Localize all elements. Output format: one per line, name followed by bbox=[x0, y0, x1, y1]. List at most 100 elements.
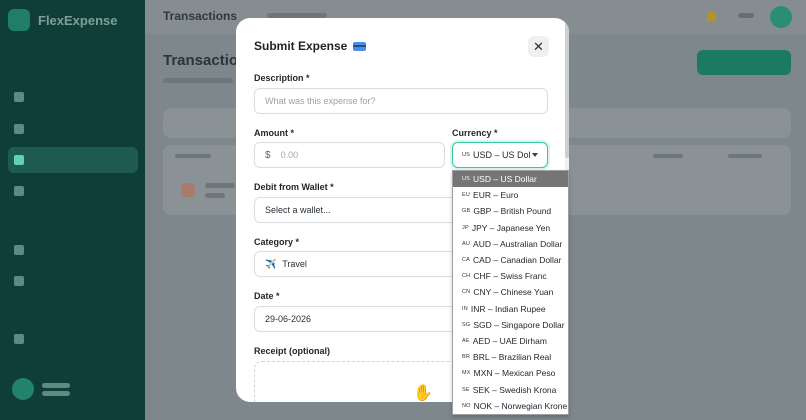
flag-icon: EU bbox=[462, 192, 471, 199]
currency-option-label: EUR – Euro bbox=[473, 190, 519, 201]
category-value: Travel bbox=[282, 259, 307, 269]
currency-select[interactable]: US USD – US Dol bbox=[452, 142, 548, 168]
flag-icon: JP bbox=[462, 224, 469, 231]
currency-option[interactable]: AE AED – UAE Dirham bbox=[453, 333, 568, 349]
currency-option-label: CNY – Chinese Yuan bbox=[473, 287, 554, 298]
chevron-down-icon bbox=[532, 153, 538, 157]
date-label: Date * bbox=[254, 291, 280, 301]
flag-icon: MX bbox=[462, 370, 471, 377]
currency-option-label: CHF – Swiss Franc bbox=[473, 271, 547, 282]
nav-section-divider bbox=[12, 68, 15, 75]
sidebar-item-wallets[interactable] bbox=[8, 116, 138, 142]
description-input[interactable]: What was this expense for? bbox=[254, 88, 548, 114]
brand-name: FlexExpense bbox=[38, 12, 118, 28]
sidebar-item-reports[interactable] bbox=[8, 268, 138, 294]
flag-icon: US bbox=[462, 176, 471, 183]
flag-icon: CH bbox=[462, 273, 471, 280]
transactions-icon bbox=[14, 155, 24, 165]
table-row[interactable] bbox=[205, 183, 235, 188]
sidebar: FlexExpense bbox=[0, 0, 145, 420]
modal-scrollbar-thumb[interactable] bbox=[565, 18, 569, 158]
wallet-placeholder: Select a wallet... bbox=[265, 205, 331, 215]
currency-option[interactable]: MX MXN – Mexican Peso bbox=[453, 365, 568, 381]
amount-input[interactable]: $ 0.00 bbox=[254, 142, 445, 168]
modal-title: Submit Expense bbox=[254, 39, 367, 53]
description-placeholder: What was this expense for? bbox=[265, 96, 376, 106]
table-header bbox=[653, 154, 683, 158]
wallet-label: Debit from Wallet * bbox=[254, 182, 334, 192]
dashboard-icon bbox=[14, 92, 24, 102]
submit-expense-button[interactable] bbox=[697, 50, 791, 75]
currency-dropdown[interactable]: US USD – US Dollar EU EUR – Euro GB GBP – Bri… bbox=[452, 170, 569, 415]
amount-placeholder: 0.00 bbox=[280, 150, 299, 160]
currency-option-label: CAD – Canadian Dollar bbox=[473, 255, 562, 266]
currency-option-label: INR – Indian Rupee bbox=[470, 303, 546, 314]
brand[interactable]: FlexExpense bbox=[8, 9, 118, 31]
currency-option[interactable]: NO NOK – Norwegian Krone bbox=[453, 398, 568, 414]
modal-title-text: Submit Expense bbox=[254, 39, 348, 53]
currency-option[interactable]: CN CNY – Chinese Yuan bbox=[453, 284, 568, 300]
bell-icon[interactable] bbox=[707, 12, 716, 22]
close-icon: ✕ bbox=[533, 38, 544, 54]
user-avatar[interactable] bbox=[770, 6, 792, 28]
currency-option-label: NOK – Norwegian Krone bbox=[473, 400, 568, 411]
flag-icon: SG bbox=[462, 321, 471, 328]
sidebar-item-settings[interactable] bbox=[8, 326, 138, 352]
currency-label: Currency * bbox=[452, 128, 498, 138]
flag-icon: US bbox=[462, 152, 471, 158]
currency-option[interactable]: JP JPY – Japanese Yen bbox=[453, 220, 568, 236]
category-label: Category * bbox=[254, 237, 300, 247]
sidebar-item-approvals[interactable] bbox=[8, 178, 138, 204]
currency-option[interactable]: IN INR – Indian Rupee bbox=[453, 301, 568, 317]
airplane-icon: ✈️ bbox=[265, 258, 277, 269]
flag-icon: CA bbox=[462, 257, 471, 264]
currency-option[interactable]: SG SGD – Singapore Dollar bbox=[453, 317, 568, 333]
brand-logo-icon bbox=[8, 9, 30, 31]
table-header bbox=[175, 154, 211, 158]
flag-icon: NO bbox=[462, 402, 471, 409]
currency-option[interactable]: AU AUD – Australian Dollar bbox=[453, 236, 568, 252]
table-header bbox=[728, 154, 762, 158]
credit-card-icon bbox=[353, 41, 367, 51]
currency-option-label: SGD – Singapore Dollar bbox=[473, 319, 565, 330]
hand-cursor-icon: ✋ bbox=[413, 385, 433, 402]
currency-option-label: MXN – Mexican Peso bbox=[473, 368, 556, 379]
language-switch[interactable] bbox=[738, 13, 754, 18]
close-button[interactable]: ✕ bbox=[528, 36, 549, 57]
audit-log-icon bbox=[14, 245, 24, 255]
currency-option[interactable]: US USD – US Dollar bbox=[453, 171, 568, 188]
currency-option[interactable]: EU EUR – Euro bbox=[453, 187, 568, 203]
sidebar-user-text bbox=[42, 380, 70, 399]
flag-icon: CN bbox=[462, 289, 471, 296]
date-value: 29-06-2026 bbox=[265, 314, 312, 324]
currency-option-label: SEK – Swedish Krona bbox=[472, 384, 557, 395]
gear-icon bbox=[14, 334, 24, 344]
sidebar-item-dashboard[interactable] bbox=[8, 84, 138, 110]
flag-icon: AE bbox=[462, 337, 470, 344]
approvals-icon bbox=[14, 186, 24, 196]
flag-icon: GB bbox=[462, 208, 471, 215]
currency-option[interactable]: SE SEK – Swedish Krona bbox=[453, 381, 568, 397]
table-row-sub bbox=[205, 193, 225, 198]
sidebar-item-transactions[interactable] bbox=[8, 147, 138, 173]
flag-icon: AU bbox=[462, 240, 471, 247]
currency-option-label: AUD – Australian Dollar bbox=[473, 238, 563, 249]
currency-option[interactable]: CA CAD – Canadian Dollar bbox=[453, 252, 568, 268]
currency-option[interactable]: GB GBP – British Pound bbox=[453, 203, 568, 219]
avatar bbox=[12, 378, 34, 400]
flag-icon: SE bbox=[462, 386, 470, 393]
amount-label: Amount * bbox=[254, 128, 294, 138]
currency-value: USD – US Dol bbox=[473, 150, 531, 160]
currency-option-label: GBP – British Pound bbox=[473, 206, 552, 217]
reports-icon bbox=[14, 276, 24, 286]
currency-option-label: BRL – Brazilian Real bbox=[473, 352, 552, 363]
currency-option[interactable]: BR BRL – Brazilian Real bbox=[453, 349, 568, 365]
category-icon bbox=[181, 183, 195, 197]
currency-option[interactable]: CH CHF – Swiss Franc bbox=[453, 268, 568, 284]
dollar-icon: $ bbox=[265, 149, 271, 161]
sidebar-item-audit-logs[interactable] bbox=[8, 237, 138, 263]
currency-option-label: USD – US Dollar bbox=[473, 174, 537, 185]
flag-icon: BR bbox=[462, 354, 471, 361]
wallet-icon bbox=[14, 124, 24, 134]
sidebar-user[interactable] bbox=[12, 378, 70, 400]
